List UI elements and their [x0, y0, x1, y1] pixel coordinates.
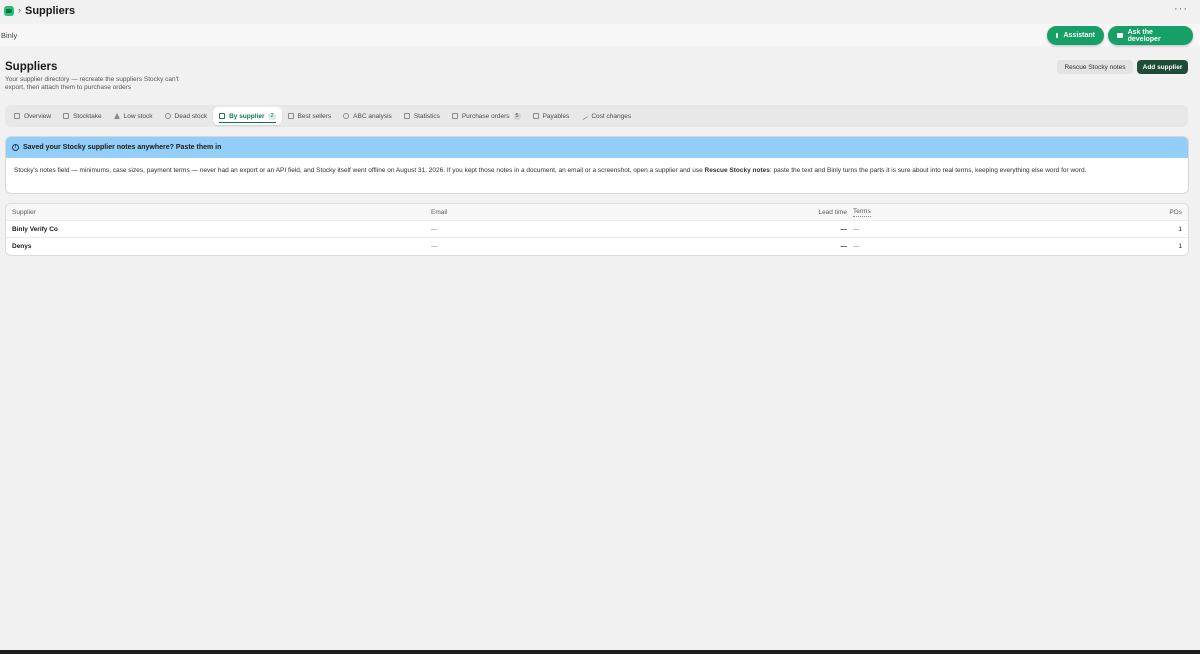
tab-label: Statistics — [413, 112, 440, 120]
tab-bar: Overview Stocktake Low stock Dead stock … — [5, 105, 1188, 127]
tab-label: Best sellers — [297, 112, 332, 120]
app-logo-icon — [4, 5, 14, 16]
supplier-email: — — [431, 243, 438, 250]
supplier-po-count: 1 — [1178, 243, 1182, 250]
page-subtitle: Your supplier directory — recreate the s… — [5, 76, 179, 91]
chat-icon — [1056, 33, 1059, 38]
column-header-email[interactable]: Email — [431, 204, 447, 221]
supplier-po-count: 1 — [1178, 226, 1182, 233]
supplier-lead-time: — — [840, 226, 848, 233]
tab-payables[interactable]: Payables — [527, 107, 576, 125]
tab-label: Low stock — [123, 112, 153, 120]
tab-low-stock[interactable]: Low stock — [108, 107, 159, 125]
supplier-name[interactable]: Denys — [12, 238, 32, 255]
add-supplier-button[interactable]: Add supplier — [1137, 60, 1188, 74]
app-name: Binly — [1, 30, 18, 40]
supplier-lead-time: — — [840, 243, 848, 250]
window-titlebar: › Suppliers — [0, 0, 1200, 21]
callout-header: i Saved your Stocky supplier notes anywh… — [6, 137, 1188, 158]
callout-text-end: : paste the text and Binly turns the par… — [769, 167, 1087, 174]
suppliers-table: Supplier Email Lead time Terms POs Binly… — [5, 203, 1189, 256]
pie-icon — [343, 113, 350, 119]
supplier-name[interactable]: Binly Verify Co — [12, 221, 58, 238]
chat-icon — [1117, 33, 1123, 38]
tab-statistics[interactable]: Statistics — [398, 107, 446, 125]
app-header: Binly — [0, 24, 1200, 46]
ask-developer-button[interactable]: Ask the developer — [1108, 26, 1193, 45]
rescue-stocky-notes-button[interactable]: Rescue Stocky notes — [1057, 60, 1133, 74]
assistant-button-label: Assistant — [1063, 32, 1095, 39]
tab-label: By supplier — [229, 112, 265, 120]
tab-dead-stock[interactable]: Dead stock — [159, 107, 214, 125]
tab-label: Purchase orders — [461, 112, 510, 120]
ask-developer-button-label: Ask the developer — [1127, 28, 1161, 43]
table-header-row: Supplier Email Lead time Terms POs — [6, 204, 1188, 221]
column-header-supplier[interactable]: Supplier — [12, 204, 36, 221]
page-title: Suppliers — [5, 61, 58, 73]
callout-text: Stocky's notes field — minimums, case si… — [14, 167, 705, 174]
table-row[interactable]: Denys — — — 1 — [6, 238, 1188, 255]
grid-icon — [63, 113, 70, 119]
tab-abc-analysis[interactable]: ABC analysis — [337, 107, 398, 125]
tab-by-supplier[interactable]: By supplier 2 — [213, 107, 282, 125]
tab-cost-changes[interactable]: Cost changes — [575, 107, 637, 125]
clock-icon — [164, 113, 171, 119]
table-row[interactable]: Binly Verify Co — — — 1 — [6, 221, 1188, 238]
stocky-notes-callout: i Saved your Stocky supplier notes anywh… — [5, 136, 1189, 194]
tab-label: Stocktake — [73, 112, 102, 120]
tab-label: Dead stock — [174, 112, 208, 120]
document-icon — [451, 113, 458, 119]
column-header-lead-time[interactable]: Lead time — [786, 204, 847, 221]
bottom-edge — [0, 650, 1200, 654]
breadcrumb-title: Suppliers — [25, 4, 76, 17]
supplier-terms: — — [853, 226, 860, 233]
assistant-button[interactable]: Assistant — [1047, 26, 1104, 45]
grid-icon — [14, 113, 20, 119]
supplier-email: — — [431, 226, 438, 233]
callout-emphasis: Rescue Stocky notes — [704, 167, 770, 174]
line-chart-icon — [403, 113, 410, 119]
column-header-pos[interactable]: POs — [1169, 204, 1182, 221]
supplier-terms: — — [853, 243, 860, 250]
tab-purchase-orders[interactable]: Purchase orders 5 — [446, 107, 527, 125]
page-heading: Suppliers Your supplier directory — recr… — [5, 61, 195, 92]
tab-label: Cost changes — [591, 112, 632, 120]
ellipsis-icon[interactable]: ··· — [1174, 3, 1188, 15]
tab-overview[interactable]: Overview — [8, 107, 57, 125]
wallet-icon — [532, 113, 539, 119]
callout-body: Stocky's notes field — minimums, case si… — [6, 158, 1188, 183]
terms-header-label: Terms — [853, 208, 871, 217]
tab-label: ABC analysis — [353, 112, 392, 120]
tab-label: Payables — [542, 112, 570, 120]
callout-title: Saved your Stocky supplier notes anywher… — [23, 144, 222, 151]
tab-best-sellers[interactable]: Best sellers — [282, 107, 338, 125]
count-badge: 5 — [513, 112, 521, 120]
tab-label: Overview — [24, 112, 52, 120]
chart-icon — [287, 113, 294, 119]
count-badge: 2 — [268, 112, 276, 120]
info-icon: i — [12, 144, 19, 151]
trend-icon — [580, 111, 589, 121]
column-header-terms[interactable]: Terms — [853, 204, 871, 221]
tab-stocktake[interactable]: Stocktake — [57, 107, 108, 125]
chevron-right-icon: › — [18, 5, 21, 15]
warning-icon — [113, 113, 120, 119]
store-icon — [219, 113, 226, 119]
